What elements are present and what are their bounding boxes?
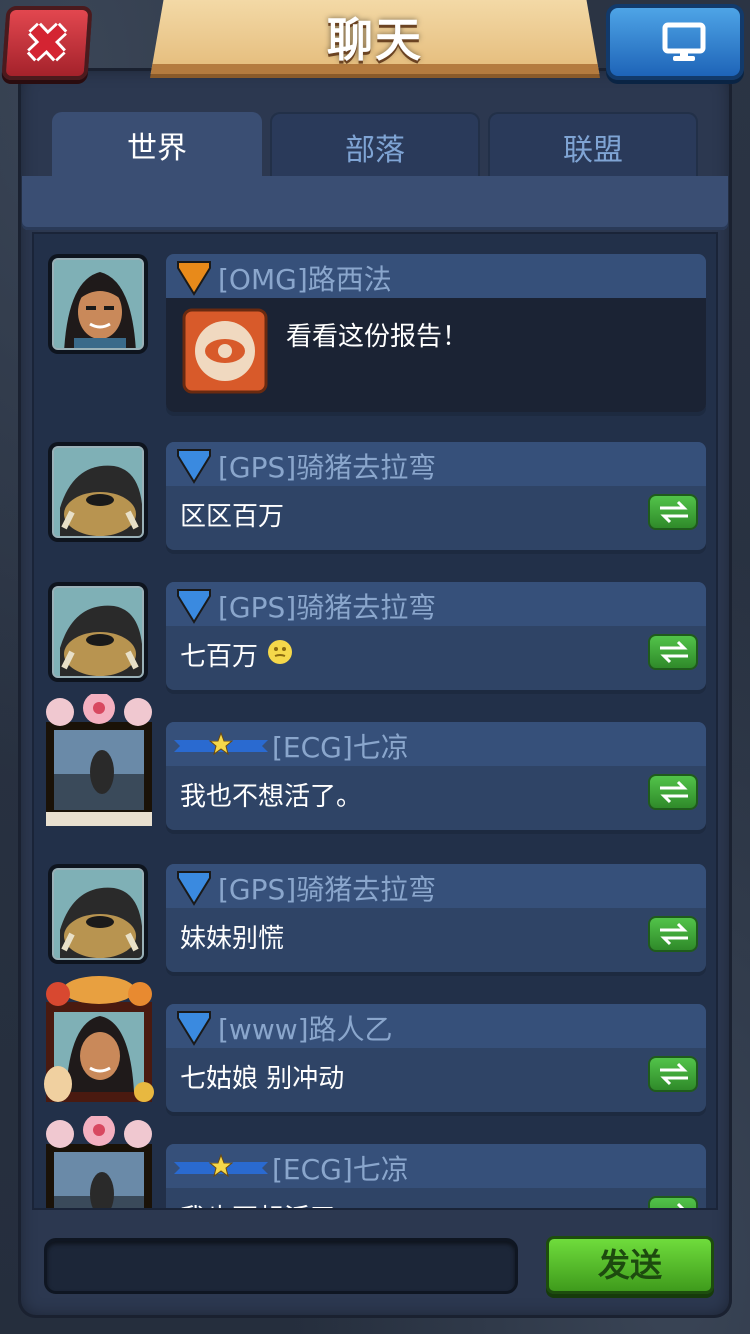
share-arrows-icon [660, 640, 688, 664]
message-body: 七百万 [166, 626, 706, 690]
tab-alliance-label: 联盟 [563, 133, 623, 168]
share-button[interactable] [648, 916, 698, 952]
share-button[interactable] [648, 494, 698, 530]
message-text: 看看这份报告！ [286, 322, 469, 352]
tab-tribe-label: 部落 [345, 133, 405, 168]
sender-name[interactable]: [GPS]骑猪去拉弯 [218, 868, 436, 908]
avatar[interactable] [48, 254, 148, 354]
share-arrows-icon [660, 1062, 688, 1086]
sender-name[interactable]: [ECG]七凉 [272, 726, 409, 766]
chat-message: [GPS]骑猪去拉弯 七百万 [34, 580, 716, 700]
tab-tribe[interactable]: 部落 [270, 112, 480, 178]
message-bubble: [GPS]骑猪去拉弯 妹妹别慌 [166, 864, 706, 972]
message-bubble: [ECG]七凉 我也不想活了。 [166, 722, 706, 830]
flower-frame-avatar [46, 1114, 152, 1208]
avatar[interactable] [48, 864, 148, 964]
message-bubble: [OMG]路西法 看看这份报告！ [166, 254, 706, 412]
message-header: [GPS]骑猪去拉弯 [166, 864, 706, 908]
monitor-icon [662, 22, 706, 61]
share-button[interactable] [648, 774, 698, 810]
star-ribbon-icon [174, 732, 268, 756]
tab-bar [22, 176, 728, 230]
chat-message: [ECG]七凉 我也不想活了 [34, 1114, 716, 1208]
chat-message: [www]路人乙 七姑娘 别冲动 [34, 974, 716, 1124]
message-body: 区区百万 [166, 486, 706, 550]
close-x-icon: ✖ [23, 14, 71, 74]
message-header: [OMG]路西法 [166, 254, 706, 298]
share-button[interactable] [648, 634, 698, 670]
screen-button[interactable] [606, 4, 744, 80]
message-header: [GPS]骑猪去拉弯 [166, 442, 706, 486]
blue-shield-icon [177, 589, 211, 624]
share-button[interactable] [648, 1196, 698, 1208]
share-button[interactable] [648, 1056, 698, 1092]
warrior-avatar [52, 258, 144, 350]
sender-name[interactable]: [OMG]路西法 [218, 258, 392, 298]
report-icon [182, 308, 268, 394]
message-bubble: [GPS]骑猪去拉弯 区区百万 [166, 442, 706, 550]
message-body: 我也不想活了 [166, 1188, 706, 1208]
avatar[interactable] [40, 974, 158, 1106]
flower-frame-avatar [46, 692, 152, 826]
avatar[interactable] [48, 582, 148, 682]
share-arrows-icon [660, 922, 688, 946]
message-bubble: [GPS]骑猪去拉弯 七百万 [166, 582, 706, 690]
chat-message: [OMG]路西法 看看这份报告！ [34, 252, 716, 422]
message-header: [ECG]七凉 [166, 1144, 706, 1188]
smiley-emoji-icon [268, 640, 292, 664]
chat-message-list[interactable]: [OMG]路西法 看看这份报告！ [GPS]骑猪去拉弯 区区百万 [GPS]骑猪… [32, 232, 718, 1210]
chat-input[interactable] [44, 1238, 518, 1294]
avatar[interactable] [40, 1114, 158, 1208]
message-body: 妹妹别慌 [166, 908, 706, 972]
share-arrows-icon [676, 1202, 685, 1208]
blue-shield-icon [177, 449, 211, 484]
message-header: [ECG]七凉 [166, 722, 706, 766]
message-text: 我也不想活了 [180, 1198, 336, 1208]
message-bubble: [ECG]七凉 我也不想活了 [166, 1144, 706, 1208]
tab-world-label: 世界 [127, 131, 187, 166]
chat-message: [ECG]七凉 我也不想活了。 [34, 692, 716, 844]
report-card[interactable]: 看看这份报告！ [166, 298, 706, 412]
message-text: 七百万 [180, 642, 259, 672]
blue-shield-icon [177, 1011, 211, 1046]
sender-name[interactable]: [www]路人乙 [218, 1008, 393, 1048]
blue-shield-icon [177, 871, 211, 906]
message-bubble: [www]路人乙 七姑娘 别冲动 [166, 1004, 706, 1112]
message-header: [www]路人乙 [166, 1004, 706, 1048]
shiba-frame-avatar [44, 976, 154, 1102]
message-body: 七姑娘 别冲动 [166, 1048, 706, 1112]
avatar[interactable] [40, 692, 158, 826]
send-button[interactable]: 发送 [546, 1236, 714, 1294]
tab-alliance[interactable]: 联盟 [488, 112, 698, 178]
message-body: 我也不想活了。 [166, 766, 706, 830]
star-ribbon-icon [174, 1154, 268, 1178]
boar-avatar [52, 586, 144, 678]
boar-avatar [52, 868, 144, 960]
page-title: 聊天 [327, 13, 423, 67]
orange-shield-icon [177, 261, 211, 296]
tab-world[interactable]: 世界 [52, 112, 262, 178]
boar-avatar [52, 446, 144, 538]
close-button[interactable]: ✖ [1, 6, 93, 80]
share-arrows-icon [660, 780, 688, 804]
message-header: [GPS]骑猪去拉弯 [166, 582, 706, 626]
sender-name[interactable]: [ECG]七凉 [272, 1148, 409, 1188]
chat-message: [GPS]骑猪去拉弯 妹妹别慌 [34, 862, 716, 982]
sender-name[interactable]: [GPS]骑猪去拉弯 [218, 586, 436, 626]
message-text: 妹妹别慌 [180, 924, 285, 954]
share-arrows-icon [660, 500, 688, 524]
message-text: 七姑娘 别冲动 [180, 1064, 345, 1094]
message-text: 区区百万 [180, 502, 285, 532]
message-text: 我也不想活了。 [180, 782, 363, 812]
avatar[interactable] [48, 442, 148, 542]
chat-message: [GPS]骑猪去拉弯 区区百万 [34, 440, 716, 560]
sender-name[interactable]: [GPS]骑猪去拉弯 [218, 446, 436, 486]
